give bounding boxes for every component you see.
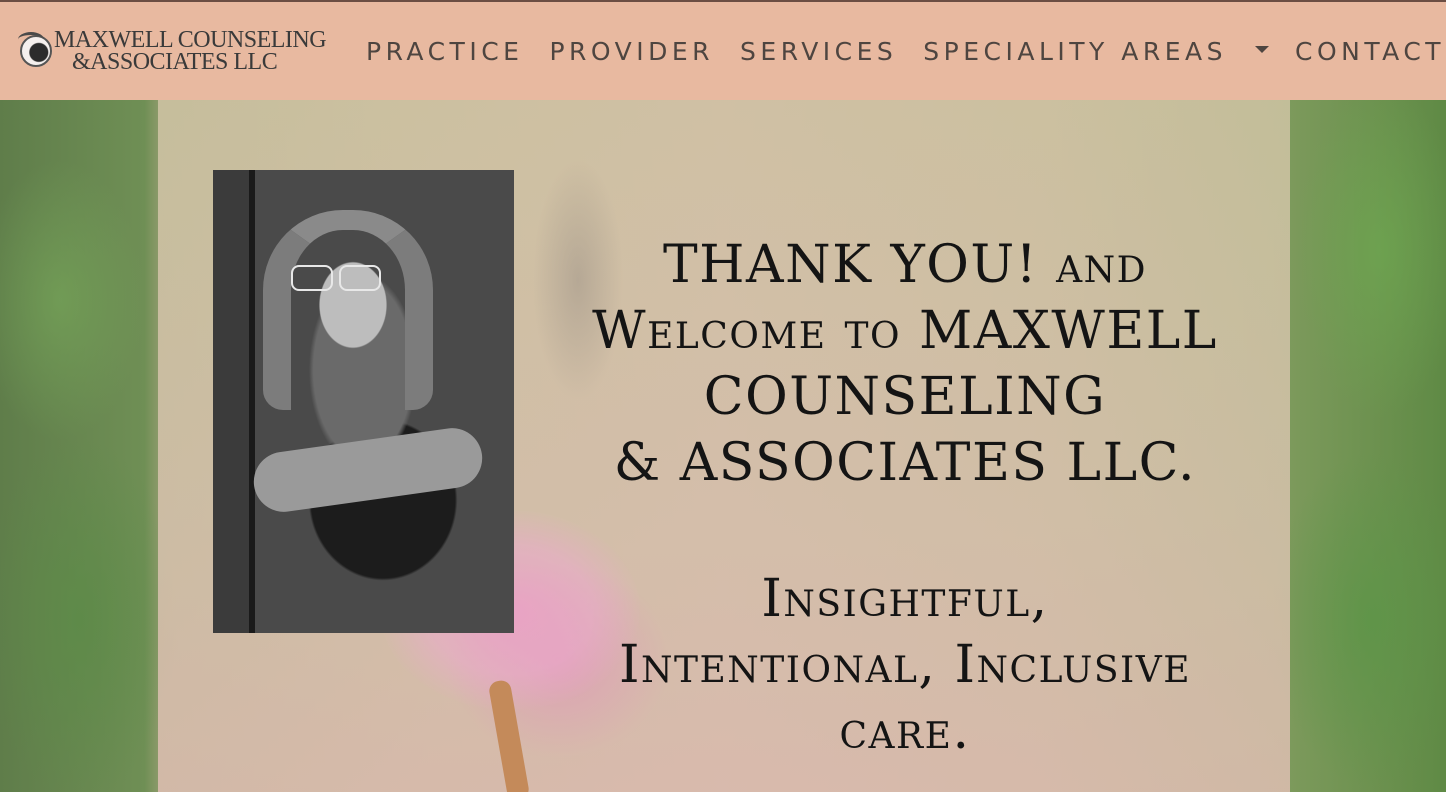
- tagline: Insightful, Intentional, Inclusive care.: [560, 566, 1250, 764]
- nav-item-speciality-areas[interactable]: SPECIALITY AREAS: [923, 37, 1269, 66]
- provider-portrait-photo: [213, 170, 514, 633]
- brand-name-line-1: MAXWELL COUNSELING: [54, 27, 327, 53]
- nav-item-speciality-areas-label: SPECIALITY AREAS: [923, 36, 1227, 66]
- hero-heading: THANK YOU! and Welcome to MAXWELL COUNSE…: [560, 232, 1250, 764]
- tagline-line-3: care.: [839, 701, 971, 761]
- brand-name: MAXWELL COUNSELING &ASSOCIATES LLC: [54, 27, 327, 75]
- logo-icon: [18, 32, 52, 67]
- nav-item-contact[interactable]: CONTACT: [1295, 37, 1445, 66]
- portrait-hair: [263, 210, 433, 410]
- tagline-line-2: Intentional, Inclusive: [618, 635, 1192, 695]
- headline-line-2: Welcome to MAXWELL: [592, 301, 1218, 361]
- headline-line-1: THANK YOU! and: [662, 235, 1148, 295]
- portrait-glasses: [291, 265, 381, 291]
- brand-logo[interactable]: MAXWELL COUNSELING &ASSOCIATES LLC: [18, 27, 350, 75]
- brand-name-line-2: &ASSOCIATES LLC: [72, 49, 278, 75]
- tagline-line-1: Insightful,: [761, 569, 1049, 629]
- page: MAXWELL COUNSELING &ASSOCIATES LLC PRACT…: [0, 0, 1446, 792]
- nav-item-services[interactable]: SERVICES: [740, 37, 897, 66]
- headline-line-3: COUNSELING: [703, 367, 1107, 427]
- nav-item-provider[interactable]: PROVIDER: [549, 37, 714, 66]
- main-nav: PRACTICE PROVIDER SERVICES SPECIALITY AR…: [366, 37, 1445, 66]
- portrait-arm: [249, 424, 487, 516]
- headline-line-4: & ASSOCIATES LLC.: [613, 433, 1197, 493]
- top-navigation-bar: MAXWELL COUNSELING &ASSOCIATES LLC PRACT…: [0, 0, 1446, 100]
- chevron-down-icon: [1255, 46, 1269, 53]
- nav-item-practice[interactable]: PRACTICE: [366, 37, 523, 66]
